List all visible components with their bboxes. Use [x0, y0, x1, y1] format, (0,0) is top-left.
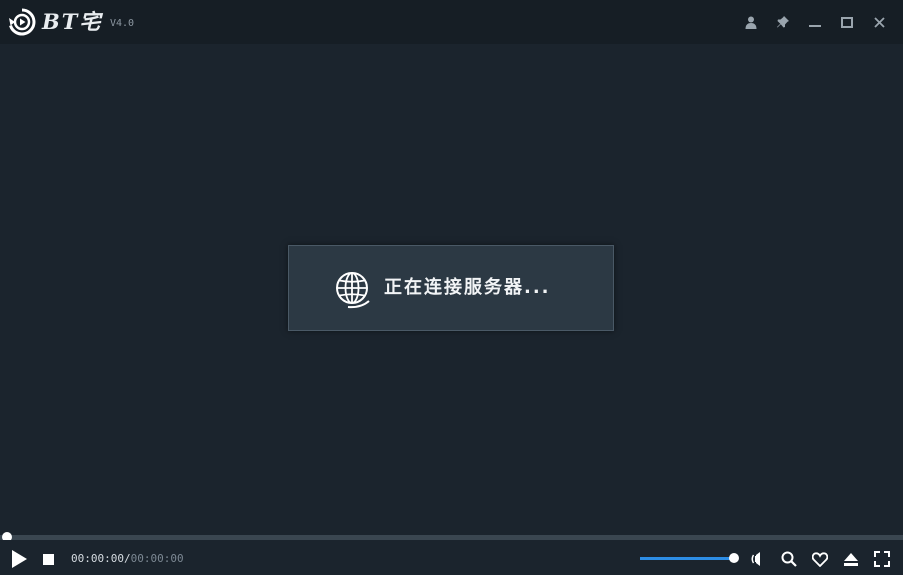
volume-slider-fill — [640, 557, 734, 560]
volume-icon — [751, 552, 760, 566]
time-display: 00:00:00/00:00:00 — [71, 552, 184, 566]
volume-slider-handle[interactable] — [729, 553, 739, 563]
app-logo-icon — [9, 8, 36, 36]
app-name: BT宅 — [42, 9, 103, 34]
stop-button[interactable] — [41, 552, 55, 566]
video-area[interactable]: 正在连接服务器... — [0, 44, 903, 534]
stop-icon — [42, 553, 54, 565]
search-button[interactable] — [779, 549, 799, 569]
volume-slider[interactable] — [640, 553, 739, 563]
volume-button[interactable] — [749, 549, 769, 569]
user-icon — [745, 16, 757, 29]
connecting-dialog: 正在连接服务器... — [288, 245, 614, 331]
maximize-button[interactable] — [837, 12, 857, 32]
play-icon — [12, 550, 27, 568]
control-bar: 00:00:00/00:00:00 — [0, 540, 903, 575]
app-version: V4.0 — [110, 18, 135, 29]
title-bar[interactable]: BT宅 V4.0 — [0, 0, 903, 44]
user-button[interactable] — [741, 12, 761, 32]
minimize-icon — [809, 25, 821, 27]
close-icon — [873, 16, 885, 28]
eject-icon — [844, 552, 858, 566]
maximize-icon — [841, 16, 853, 28]
minimize-button[interactable] — [805, 12, 825, 32]
pin-button[interactable] — [773, 12, 793, 32]
heart-icon — [812, 551, 828, 567]
play-button[interactable] — [8, 548, 30, 570]
time-separator: / — [123, 552, 131, 565]
fullscreen-button[interactable] — [872, 549, 892, 569]
eject-button[interactable] — [841, 549, 861, 569]
globe-icon — [336, 272, 370, 309]
total-time: 00:00:00 — [130, 552, 184, 565]
pin-icon — [777, 16, 789, 28]
search-icon — [781, 551, 797, 567]
current-time: 00:00:00 — [71, 552, 124, 565]
fullscreen-icon — [874, 551, 890, 567]
favorite-button[interactable] — [810, 549, 830, 569]
connecting-message: 正在连接服务器... — [384, 277, 551, 298]
close-button[interactable] — [869, 12, 889, 32]
player-window: BT宅 V4.0 正在连接服务器... 00:00:00/00:00:00 — [0, 0, 903, 575]
